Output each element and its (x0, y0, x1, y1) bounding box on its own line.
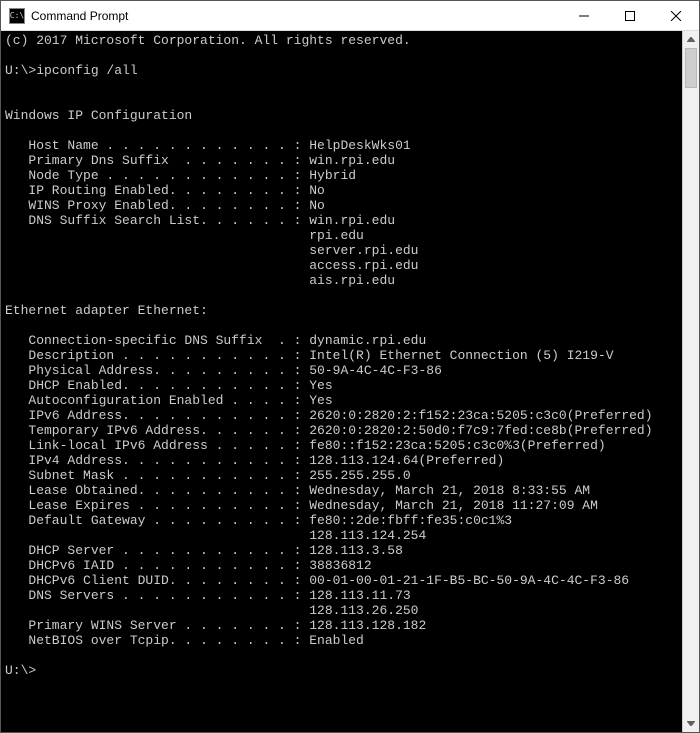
scroll-up-button[interactable] (683, 31, 699, 48)
cmd-icon: C:\ (9, 8, 25, 24)
label: Subnet Mask . . . . . . . . . . . : (5, 468, 309, 483)
window-controls (561, 1, 699, 30)
label: NetBIOS over Tcpip. . . . . . . . : (5, 633, 309, 648)
label: Description . . . . . . . . . . . : (5, 348, 309, 363)
ip-routing-value: No (309, 183, 325, 198)
label: IPv6 Address. . . . . . . . . . . : (5, 408, 309, 423)
copyright-line: (c) 2017 Microsoft Corporation. All righ… (5, 33, 411, 48)
wins-proxy-value: No (309, 198, 325, 213)
dhcpv6-iaid-value: 38836812 (309, 558, 371, 573)
dns-search-value: server.rpi.edu (5, 243, 418, 258)
close-button[interactable] (653, 1, 699, 30)
primary-dns-value: win.rpi.edu (309, 153, 395, 168)
label: IP Routing Enabled. . . . . . . . : (5, 183, 309, 198)
lease-obtained-value: Wednesday, March 21, 2018 8:33:55 AM (309, 483, 590, 498)
ll-ipv6-value: fe80::f152:23ca:5205:c3c0%3(Preferred) (309, 438, 605, 453)
prompt: U:\> (5, 63, 36, 78)
wins-server-value: 128.113.128.182 (309, 618, 426, 633)
label: WINS Proxy Enabled. . . . . . . . : (5, 198, 309, 213)
ipv6-value: 2620:0:2820:2:f152:23ca:5205:c3c0(Prefer… (309, 408, 652, 423)
chevron-up-icon (687, 37, 695, 42)
host-name-value: HelpDeskWks01 (309, 138, 410, 153)
console-area: (c) 2017 Microsoft Corporation. All righ… (1, 31, 699, 732)
node-type-value: Hybrid (309, 168, 356, 183)
ipv4-value: 128.113.124.64(Preferred) (309, 453, 504, 468)
autoconf-value: Yes (309, 393, 332, 408)
label: Lease Expires . . . . . . . . . . : (5, 498, 309, 513)
dns-server-value: 128.113.11.73 (309, 588, 410, 603)
label: DHCP Server . . . . . . . . . . . : (5, 543, 309, 558)
dns-search-value: access.rpi.edu (5, 258, 418, 273)
label: DNS Suffix Search List. . . . . . : (5, 213, 309, 228)
dhcp-enabled-value: Yes (309, 378, 332, 393)
description-value: Intel(R) Ethernet Connection (5) I219-V (309, 348, 613, 363)
maximize-button[interactable] (607, 1, 653, 30)
label: Link-local IPv6 Address . . . . . : (5, 438, 309, 453)
label: Lease Obtained. . . . . . . . . . : (5, 483, 309, 498)
prompt: U:\> (5, 663, 36, 678)
dns-search-value: win.rpi.edu (309, 213, 395, 228)
chevron-down-icon (687, 721, 695, 726)
label: Connection-specific DNS Suffix . : (5, 333, 309, 348)
section-header: Windows IP Configuration (5, 108, 192, 123)
label: Autoconfiguration Enabled . . . . : (5, 393, 309, 408)
gateway-value: fe80::2de:fbff:fe35:c0c1%3 (309, 513, 512, 528)
dhcpv6-duid-value: 00-01-00-01-21-1F-B5-BC-50-9A-4C-4C-F3-8… (309, 573, 629, 588)
dns-search-value: ais.rpi.edu (5, 273, 395, 288)
gateway-value: 128.113.124.254 (5, 528, 426, 543)
scroll-down-button[interactable] (683, 715, 699, 732)
label: Temporary IPv6 Address. . . . . . : (5, 423, 309, 438)
netbios-value: Enabled (309, 633, 364, 648)
label: DNS Servers . . . . . . . . . . . : (5, 588, 309, 603)
command-input: ipconfig /all (36, 63, 137, 78)
label: DHCP Enabled. . . . . . . . . . . : (5, 378, 309, 393)
label: Default Gateway . . . . . . . . . : (5, 513, 309, 528)
label: Node Type . . . . . . . . . . . . : (5, 168, 309, 183)
window-title: Command Prompt (31, 9, 561, 23)
conn-dns-value: dynamic.rpi.edu (309, 333, 426, 348)
titlebar[interactable]: C:\ Command Prompt (1, 1, 699, 31)
physical-address-value: 50-9A-4C-4C-F3-86 (309, 363, 442, 378)
scrollbar-thumb[interactable] (685, 48, 697, 88)
label: IPv4 Address. . . . . . . . . . . : (5, 453, 309, 468)
label: DHCPv6 Client DUID. . . . . . . . : (5, 573, 309, 588)
subnet-value: 255.255.255.0 (309, 468, 410, 483)
label: Primary Dns Suffix . . . . . . . : (5, 153, 309, 168)
dns-search-value: rpi.edu (5, 228, 364, 243)
command-prompt-window: C:\ Command Prompt (c) 2017 Microsoft Co… (0, 0, 700, 733)
minimize-button[interactable] (561, 1, 607, 30)
label: Primary WINS Server . . . . . . . : (5, 618, 309, 633)
adapter-header: Ethernet adapter Ethernet: (5, 303, 208, 318)
label: Physical Address. . . . . . . . . : (5, 363, 309, 378)
tmp-ipv6-value: 2620:0:2820:2:50d0:f7c9:7fed:ce8b(Prefer… (309, 423, 652, 438)
scrollbar-track[interactable] (683, 48, 699, 715)
lease-expires-value: Wednesday, March 21, 2018 11:27:09 AM (309, 498, 598, 513)
label: Host Name . . . . . . . . . . . . : (5, 138, 309, 153)
console-output[interactable]: (c) 2017 Microsoft Corporation. All righ… (1, 31, 682, 732)
label: DHCPv6 IAID . . . . . . . . . . . : (5, 558, 309, 573)
vertical-scrollbar[interactable] (682, 31, 699, 732)
dhcp-server-value: 128.113.3.58 (309, 543, 403, 558)
dns-server-value: 128.113.26.250 (5, 603, 418, 618)
